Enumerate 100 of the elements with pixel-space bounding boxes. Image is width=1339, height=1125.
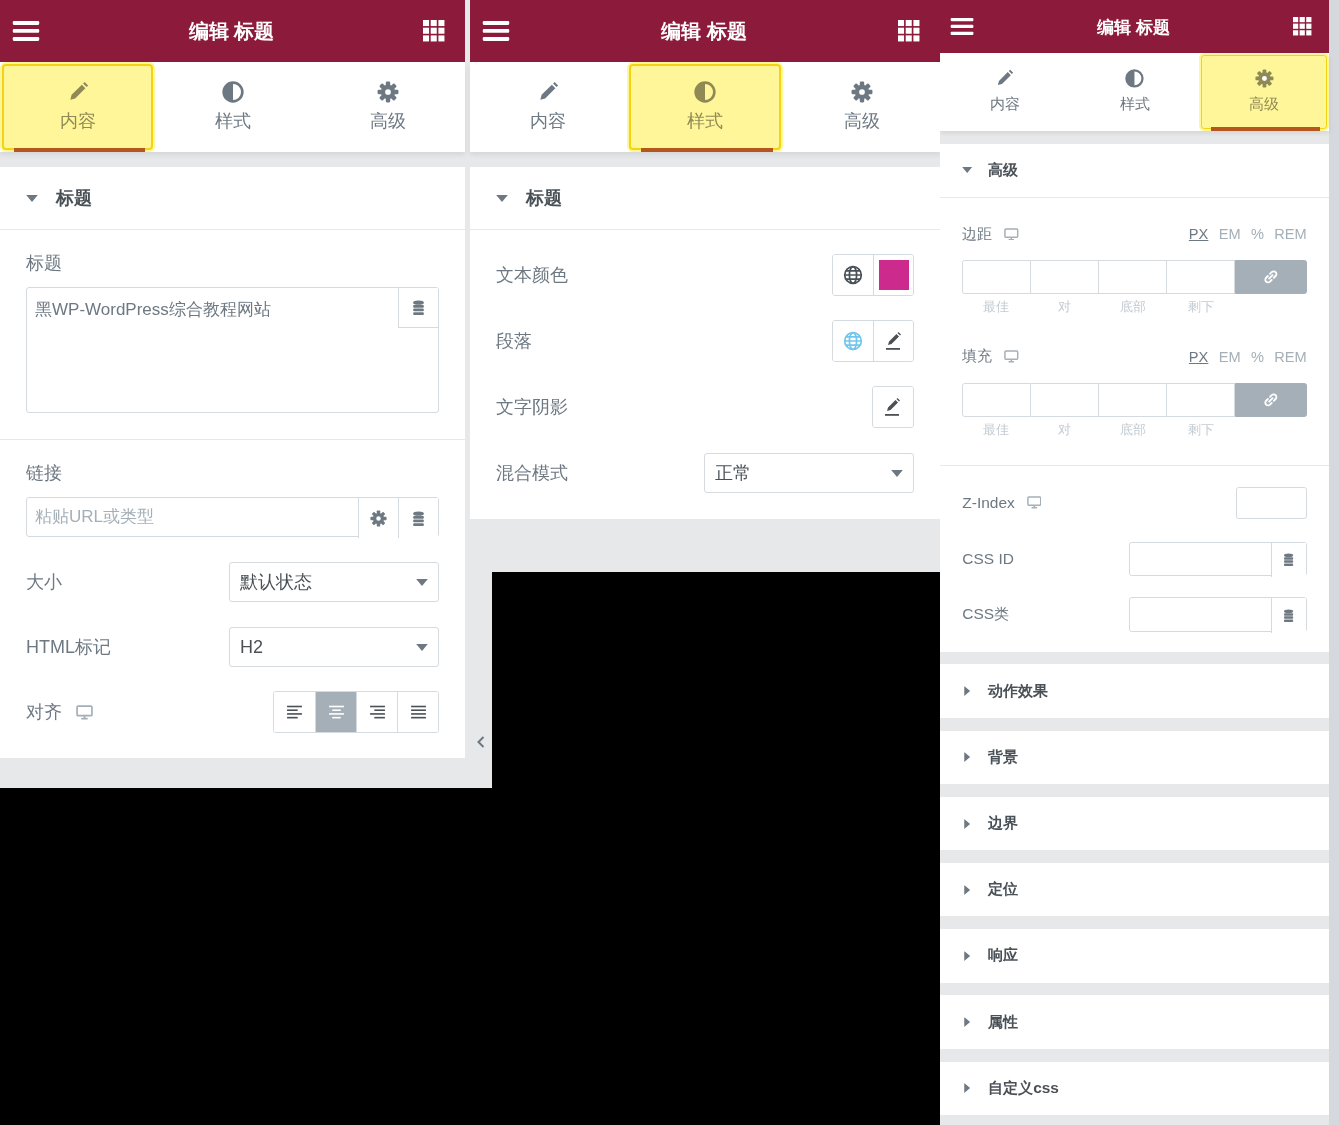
panel-title: 编辑 标题 bbox=[661, 18, 747, 44]
panel-tab[interactable]: 内容 bbox=[470, 62, 627, 152]
link-options-button[interactable] bbox=[358, 498, 398, 538]
apps-grid-icon[interactable] bbox=[423, 20, 445, 42]
gear-icon bbox=[370, 509, 387, 527]
side-label: 对 bbox=[1057, 299, 1073, 317]
panel-title: 编辑 标题 bbox=[1097, 15, 1171, 39]
gear-icon bbox=[1254, 69, 1274, 89]
align-center-icon bbox=[327, 704, 345, 720]
align-left-icon bbox=[286, 704, 303, 720]
section-header[interactable]: 边界 bbox=[940, 796, 1330, 851]
globe-icon bbox=[843, 331, 863, 351]
desktop-icon[interactable] bbox=[1004, 350, 1019, 364]
control-label: 文本颜色 bbox=[496, 264, 568, 287]
collapse-chevron-icon[interactable] bbox=[477, 736, 485, 748]
globe-icon bbox=[843, 265, 863, 285]
side-label: 剩下 bbox=[1187, 299, 1215, 317]
align-right-icon bbox=[368, 704, 386, 720]
dynamic-tags-button[interactable] bbox=[398, 288, 438, 328]
control-label: 标题 bbox=[26, 252, 62, 275]
text-field[interactable] bbox=[1128, 541, 1307, 576]
dimension-input[interactable] bbox=[1098, 382, 1167, 417]
panel-tab[interactable]: 高级 bbox=[310, 62, 465, 152]
control-label: 段落 bbox=[496, 330, 532, 353]
select-dropdown[interactable]: H2 bbox=[229, 627, 439, 667]
edit-button[interactable] bbox=[873, 387, 913, 427]
control-label: 边距 bbox=[962, 223, 993, 244]
desktop-icon[interactable] bbox=[1026, 496, 1042, 510]
dimension-input[interactable] bbox=[1166, 259, 1236, 295]
pencil-icon bbox=[537, 81, 560, 103]
panel-tab[interactable]: 内容 bbox=[940, 53, 1070, 131]
select-dropdown[interactable]: 默认状态 bbox=[229, 562, 439, 602]
link-values-button[interactable] bbox=[1235, 382, 1307, 417]
control-label: HTML标记 bbox=[26, 636, 111, 659]
section-header[interactable]: 响应 bbox=[940, 929, 1330, 983]
text-field[interactable] bbox=[1128, 597, 1307, 632]
control-label: 混合模式 bbox=[496, 462, 568, 485]
section-header[interactable]: 属性 bbox=[940, 995, 1330, 1049]
align-button[interactable] bbox=[397, 692, 438, 732]
database-icon bbox=[412, 510, 425, 526]
link-icon bbox=[1264, 270, 1278, 284]
align-justify-icon bbox=[409, 704, 427, 720]
section-header[interactable]: 自定义css bbox=[940, 1061, 1330, 1115]
menu-icon[interactable] bbox=[950, 17, 975, 37]
side-label: 底部 bbox=[1118, 299, 1147, 317]
url-input[interactable]: 粘贴URL或类型 bbox=[27, 498, 358, 536]
desktop-icon[interactable] bbox=[1004, 227, 1019, 241]
panel-tab[interactable]: 样式 bbox=[626, 62, 784, 152]
dynamic-tags-button[interactable] bbox=[398, 498, 438, 538]
number-input[interactable] bbox=[1236, 486, 1307, 520]
contrast-icon bbox=[221, 81, 244, 103]
control-label: 对齐 bbox=[26, 701, 62, 724]
section-header[interactable]: 标题 bbox=[470, 167, 940, 229]
control-label: CSS类 bbox=[962, 604, 1010, 625]
dimension-input[interactable] bbox=[962, 382, 1031, 417]
panel-tab[interactable]: 样式 bbox=[155, 62, 310, 152]
section-header[interactable]: 背景 bbox=[940, 730, 1330, 784]
panel-tab[interactable]: 样式 bbox=[1069, 53, 1200, 131]
control-label: 大小 bbox=[26, 571, 62, 594]
dimension-input[interactable] bbox=[1166, 382, 1236, 417]
menu-icon[interactable] bbox=[482, 20, 510, 42]
desktop-icon[interactable] bbox=[76, 704, 93, 720]
panel-tab[interactable]: 高级 bbox=[783, 62, 940, 152]
side-label: 底部 bbox=[1118, 422, 1147, 440]
url-field[interactable]: 粘贴URL或类型 bbox=[26, 497, 439, 537]
section-header[interactable]: 定位 bbox=[940, 863, 1330, 917]
control-label: CSS ID bbox=[962, 549, 1014, 568]
side-label: 最佳 bbox=[982, 299, 1011, 317]
panel-tab[interactable]: 高级 bbox=[1199, 53, 1329, 131]
side-label: 最佳 bbox=[982, 422, 1011, 440]
apps-grid-icon[interactable] bbox=[898, 20, 920, 42]
database-icon bbox=[1283, 609, 1295, 623]
contrast-icon bbox=[1125, 69, 1144, 89]
link-icon bbox=[1264, 392, 1278, 407]
select-dropdown[interactable]: 正常 bbox=[704, 453, 914, 493]
control-label: 文字阴影 bbox=[496, 396, 568, 419]
panel-tab[interactable]: 内容 bbox=[0, 62, 155, 152]
edit-icon bbox=[883, 331, 904, 351]
dimension-input[interactable] bbox=[1030, 259, 1099, 295]
unit-option[interactable]: PX bbox=[1188, 226, 1209, 242]
control-label: Z-Index bbox=[962, 493, 1015, 512]
control-label: 链接 bbox=[26, 462, 62, 485]
menu-icon[interactable] bbox=[12, 20, 40, 42]
apps-grid-icon[interactable] bbox=[1292, 17, 1312, 37]
dynamic-tags-button[interactable] bbox=[1271, 542, 1306, 577]
section-header[interactable]: 高级 bbox=[940, 143, 1330, 197]
text-area[interactable]: 黑WP-WordPress综合教程网站 bbox=[26, 287, 439, 413]
side-label: 对 bbox=[1057, 422, 1073, 440]
section-header[interactable]: 动作效果 bbox=[940, 664, 1330, 718]
gear-icon bbox=[850, 81, 873, 103]
gear-icon bbox=[376, 81, 399, 103]
edit-button[interactable] bbox=[873, 321, 913, 361]
dynamic-tags-button[interactable] bbox=[1271, 598, 1306, 633]
dimension-input[interactable] bbox=[1030, 382, 1099, 417]
link-values-button[interactable] bbox=[1235, 259, 1307, 295]
panel-title: 编辑 标题 bbox=[188, 18, 275, 44]
dimension-input[interactable] bbox=[1098, 259, 1167, 295]
unit-option[interactable]: PX bbox=[1188, 348, 1209, 365]
section-header[interactable]: 标题 bbox=[0, 167, 465, 229]
dimension-input[interactable] bbox=[962, 259, 1031, 295]
